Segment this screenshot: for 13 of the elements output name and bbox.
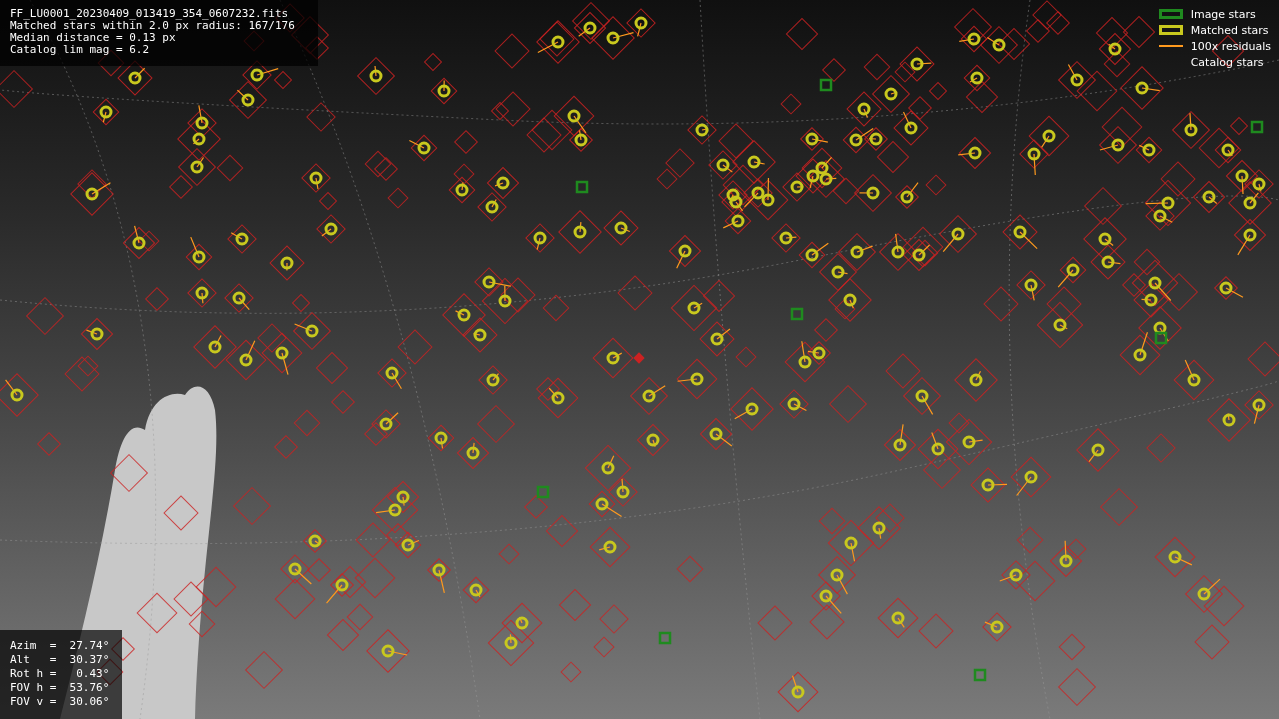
- legend-label: Catalog stars: [1190, 55, 1264, 69]
- pointing-text: Rot h = 0.43°: [10, 668, 111, 680]
- info-text: Catalog lim mag = 6.2: [10, 44, 151, 56]
- legend-label: 100x residuals: [1190, 39, 1271, 53]
- info-text: Median distance = 0.13 px: [10, 32, 177, 44]
- pointing-text: FOV h = 53.76°: [10, 682, 111, 694]
- pointing-text: Alt = 30.37°: [10, 654, 111, 666]
- info-text: Matched stars within 2.0 px radius: 167/176: [10, 20, 296, 32]
- pointing-text: Azim = 27.74°: [10, 640, 111, 652]
- info-text: FF_LU0001_20230409_013419_354_0607232.fits: [10, 8, 290, 20]
- legend-label: Image stars: [1190, 7, 1256, 21]
- legend-label: Matched stars: [1190, 23, 1269, 37]
- pointing-text: FOV v = 30.06°: [10, 696, 111, 708]
